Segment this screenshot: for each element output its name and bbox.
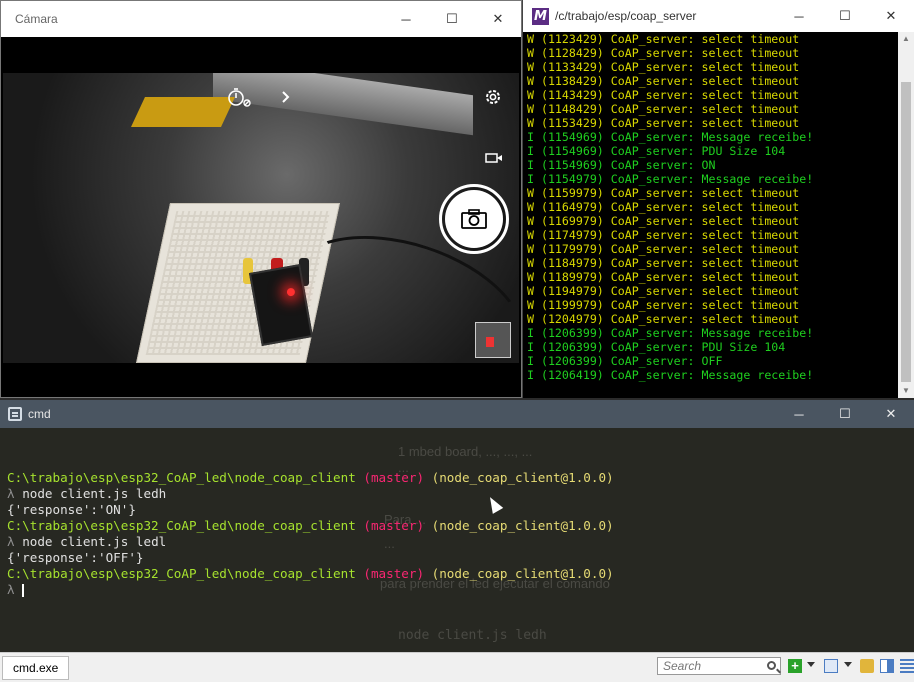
msys-logo-icon: M [532,8,549,25]
chevron-right-icon[interactable] [279,87,293,107]
cmd-window: cmd ─ ☐ ✕ 1 mbed board, ..., ..., ... ..… [0,400,914,682]
server-title: /c/trabajo/esp/coap_server [555,9,697,23]
input-line[interactable]: λ [7,582,907,598]
log-line: I (1206399) CoAP_server: Message receibe… [527,326,814,340]
log-line: W (1184979) CoAP_server: select timeout [527,256,800,270]
camera-close-button[interactable]: ✕ [475,1,521,37]
package-version: (node_coap_client@1.0.0) [431,470,614,485]
package-version: (node_coap_client@1.0.0) [431,566,614,581]
cmd-close-button[interactable]: ✕ [868,400,914,428]
log-line: W (1179979) CoAP_server: select timeout [527,242,800,256]
command-text: node client.js ledl [22,534,167,549]
prompt-lambda: λ [7,486,15,501]
log-line: I (1206399) CoAP_server: OFF [527,354,723,368]
cmd-console[interactable]: C:\trabajo\esp\esp32_CoAP_led\node_coap_… [7,454,907,630]
log-line: W (1189979) CoAP_server: select timeout [527,270,800,284]
camera-title: Cámara [15,12,58,26]
video-icon[interactable] [485,151,503,165]
log-line: W (1148429) CoAP_server: select timeout [527,102,800,116]
prompt-line: C:\trabajo\esp\esp32_CoAP_led\node_coap_… [7,518,907,534]
log-line: W (1204979) CoAP_server: select timeout [527,312,800,326]
log-line: W (1159979) CoAP_server: select timeout [527,186,800,200]
log-line: W (1143429) CoAP_server: select timeout [527,88,800,102]
command-line: λ node client.js ledh [7,486,907,502]
log-line: I (1154979) CoAP_server: Message receibe… [527,172,814,186]
log-line: I (1154969) CoAP_server: PDU Size 104 [527,144,786,158]
command-line: λ node client.js ledl [7,534,907,550]
log-line: I (1154969) CoAP_server: ON [527,158,716,172]
chevron-down-icon[interactable] [844,662,852,667]
git-branch: (master) [363,470,425,485]
scroll-thumb[interactable] [901,82,911,382]
server-maximize-button[interactable]: ☐ [822,0,868,32]
git-branch: (master) [363,566,425,581]
log-line: W (1128429) CoAP_server: select timeout [527,46,800,60]
search-input[interactable]: Search [657,657,781,675]
scroll-down-icon[interactable]: ▼ [898,384,914,398]
camera-window: Cámara ─ ☐ ✕ [0,0,522,398]
camera-titlebar: Cámara ─ ☐ ✕ [1,1,521,37]
package-version: (node_coap_client@1.0.0) [431,518,614,533]
search-icon[interactable] [767,661,776,670]
coap-server-terminal: M /c/trabajo/esp/coap_server ─ ☐ ✕ W (11… [522,0,914,398]
server-minimize-button[interactable]: ─ [776,0,822,32]
log-line: W (1153429) CoAP_server: select timeout [527,116,800,130]
prompt-line: C:\trabajo\esp\esp32_CoAP_led\node_coap_… [7,470,907,486]
log-line: W (1194979) CoAP_server: select timeout [527,284,800,298]
log-line: W (1138429) CoAP_server: select timeout [527,74,800,88]
scene-yellow-object [131,97,235,127]
timer-icon[interactable] [227,87,253,107]
command-text: node client.js ledh [22,486,167,501]
background-text-line: node client.js ledh [398,628,547,643]
prompt-path: C:\trabajo\esp\esp32_CoAP_led\node_coap_… [7,470,356,485]
chevron-down-icon[interactable] [807,662,815,667]
cmd-maximize-button[interactable]: ☐ [822,400,868,428]
camera-icon [445,190,503,248]
server-log: W (1123429) CoAP_server: select timeout W… [527,32,897,394]
response-line: {'response':'ON'} [7,502,136,517]
response-line: {'response':'OFF'} [7,550,144,565]
log-line: W (1169979) CoAP_server: select timeout [527,214,800,228]
new-console-icon[interactable]: + [788,659,802,673]
text-cursor [22,584,25,597]
log-line: I (1154969) CoAP_server: Message receibe… [527,130,814,144]
prompt-lambda: λ [7,582,15,597]
prompt-line: C:\trabajo\esp\esp32_CoAP_led\node_coap_… [7,566,907,582]
log-line: I (1206419) CoAP_server: Message receibe… [527,368,814,382]
gear-icon[interactable] [483,87,503,107]
list-icon[interactable] [900,659,914,673]
log-line: W (1123429) CoAP_server: select timeout [527,32,800,46]
cmd-titlebar: cmd ─ ☐ ✕ [0,400,914,428]
window-icon[interactable] [824,659,838,673]
git-branch: (master) [363,518,425,533]
log-line: W (1133429) CoAP_server: select timeout [527,60,800,74]
cmd-minimize-button[interactable]: ─ [776,400,822,428]
camera-minimize-button[interactable]: ─ [383,1,429,37]
server-titlebar: M /c/trabajo/esp/coap_server ─ ☐ ✕ [523,0,914,32]
tab-cmd-exe[interactable]: cmd.exe [2,656,70,680]
cmder-icon [8,407,22,421]
log-line: W (1199979) CoAP_server: select timeout [527,298,800,312]
log-line: I (1206399) CoAP_server: PDU Size 104 [527,340,786,354]
last-photo-thumbnail[interactable] [475,322,511,358]
log-line: W (1164979) CoAP_server: select timeout [527,200,800,214]
prompt-lambda: λ [7,534,15,549]
server-close-button[interactable]: ✕ [868,0,914,32]
server-scrollbar[interactable]: ▲ ▼ [898,32,914,398]
split-view-icon[interactable] [880,659,894,673]
shutter-button[interactable] [439,184,509,254]
cmder-statusbar: cmd.exe Search + [0,652,914,682]
prompt-path: C:\trabajo\esp\esp32_CoAP_led\node_coap_… [7,518,356,533]
scroll-up-icon[interactable]: ▲ [898,32,914,46]
camera-maximize-button[interactable]: ☐ [429,1,475,37]
log-line: W (1174979) CoAP_server: select timeout [527,228,800,242]
lock-icon[interactable] [860,659,874,673]
prompt-path: C:\trabajo\esp\esp32_CoAP_led\node_coap_… [7,566,356,581]
cmd-title: cmd [28,407,51,421]
